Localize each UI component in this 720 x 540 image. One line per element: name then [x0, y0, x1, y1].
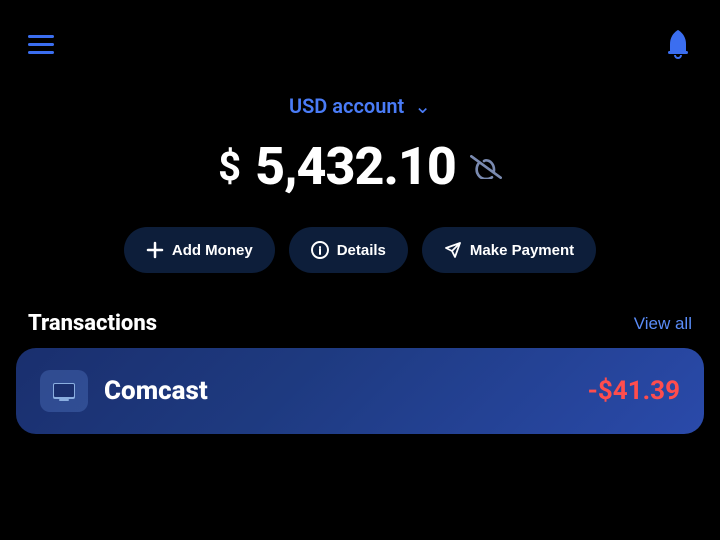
plus-icon: [146, 241, 164, 259]
account-section: USD account ⌄ $ 5,432.10 Add Money Detai…: [0, 70, 720, 283]
menu-icon[interactable]: [28, 35, 54, 54]
visibility-toggle-button[interactable]: [470, 155, 502, 179]
account-selector[interactable]: USD account ⌄: [289, 94, 431, 118]
tv-icon: [50, 377, 78, 405]
transactions-title: Transactions: [28, 311, 157, 336]
details-label: Details: [337, 242, 386, 259]
transaction-name: Comcast: [104, 376, 208, 406]
info-icon: [311, 241, 329, 259]
account-selector-label: USD account: [289, 94, 404, 118]
transaction-amount: -$41.39: [588, 376, 680, 406]
details-button[interactable]: Details: [289, 227, 408, 273]
balance-amount: 5,432.10: [255, 136, 456, 197]
notification-bell-icon[interactable]: [664, 28, 692, 60]
transactions-header: Transactions View all: [0, 283, 720, 348]
transaction-card[interactable]: Comcast -$41.39: [16, 348, 704, 434]
chevron-down-icon: ⌄: [414, 94, 431, 118]
action-buttons-group: Add Money Details Make Payment: [28, 227, 692, 273]
transaction-left: Comcast: [40, 370, 208, 412]
transaction-icon: [40, 370, 88, 412]
make-payment-label: Make Payment: [470, 242, 574, 259]
view-all-button[interactable]: View all: [634, 314, 692, 334]
add-money-button[interactable]: Add Money: [124, 227, 275, 273]
currency-symbol: $: [218, 143, 241, 190]
app-header: [0, 0, 720, 70]
add-money-label: Add Money: [172, 242, 253, 259]
make-payment-button[interactable]: Make Payment: [422, 227, 596, 273]
balance-row: $ 5,432.10: [218, 136, 502, 197]
send-icon: [444, 241, 462, 259]
